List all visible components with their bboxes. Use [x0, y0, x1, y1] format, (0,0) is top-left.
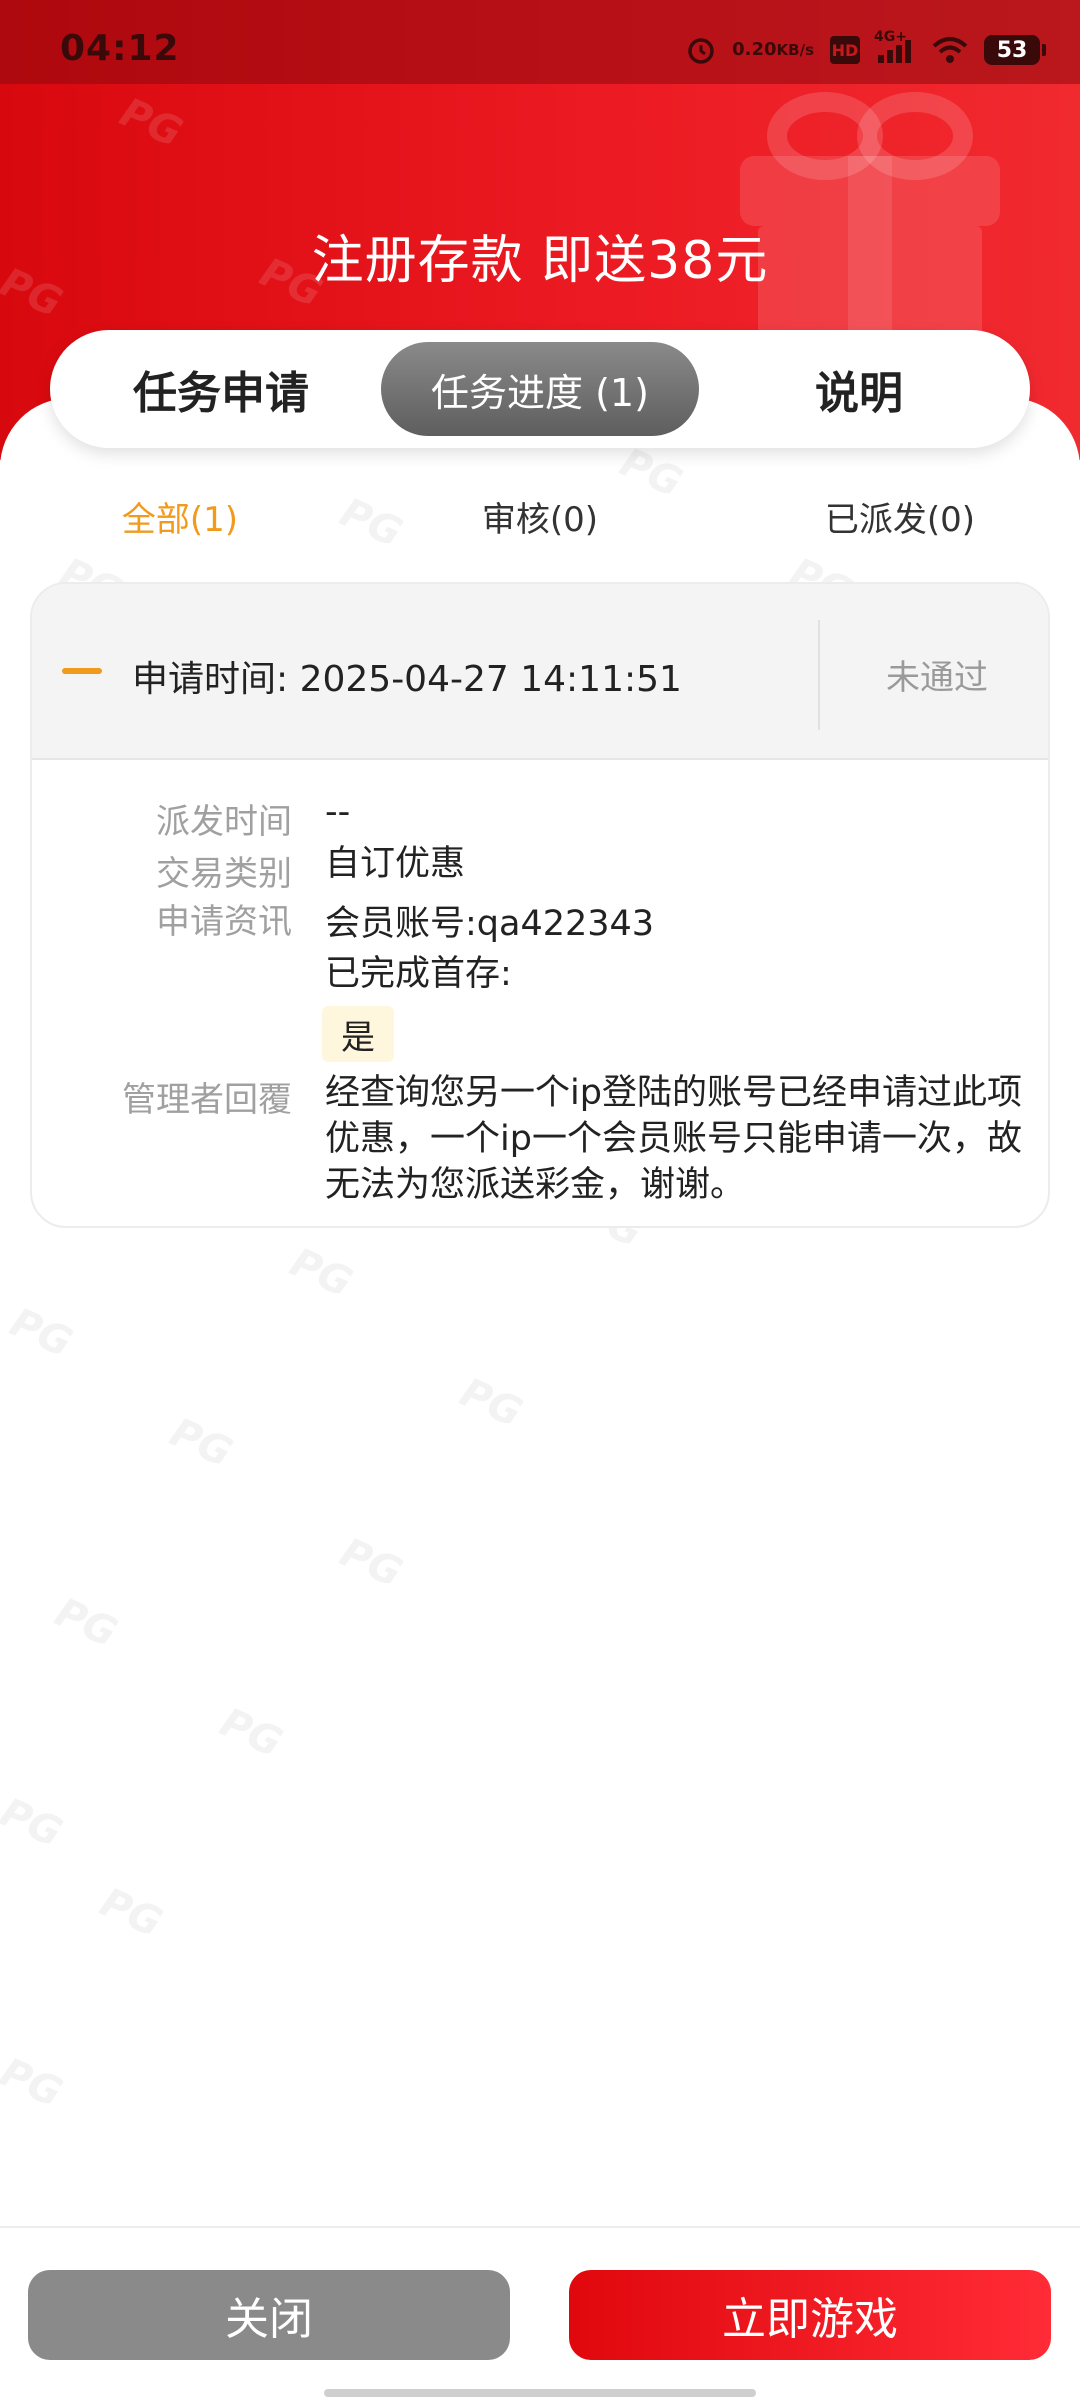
filter-dispatched[interactable]: 已派发(0) [750, 492, 1050, 541]
status-badge: 未通过 [886, 658, 988, 698]
network-type: 4G+ [874, 29, 907, 45]
dispatch-time-value: -- [325, 792, 351, 832]
tab-task-apply[interactable]: 任务申请 [62, 342, 380, 436]
signal-icon: 4G+ [874, 29, 916, 65]
main-tabbar: 任务申请 任务进度 (1) 说明 [50, 330, 1030, 448]
trade-type-label: 交易类别 [156, 854, 292, 894]
tab-task-progress[interactable]: 任务进度 (1) [381, 342, 699, 436]
status-bar: 04:12 0.20 KB/s HD 4G+ 53 [0, 0, 1080, 84]
status-icons: 0.20 KB/s HD 4G+ 53 [686, 29, 1046, 70]
wifi-icon [932, 35, 968, 65]
record-field-labels: 派发时间 交易类别 申请资讯 管理者回覆 [32, 584, 292, 1226]
hd-icon: HD [830, 36, 860, 64]
status-time: 04:12 [60, 28, 180, 69]
battery-icon: 53 [984, 35, 1046, 65]
filter-all[interactable]: 全部(1) [30, 492, 330, 541]
footer-divider [0, 2226, 1080, 2228]
alarm-icon [686, 35, 716, 65]
net-speed: 0.20 KB/s [732, 39, 814, 60]
page-title: 注册存款 即送38元 [311, 231, 769, 291]
first-deposit-label: 已完成首存: [325, 954, 512, 994]
apply-info-label: 申请资讯 [156, 902, 292, 942]
dispatch-time-label: 派发时间 [156, 802, 292, 842]
net-speed-value: 0.20 [732, 39, 777, 60]
watermark: PG [113, 89, 189, 157]
close-button[interactable]: 关闭 [28, 2270, 510, 2360]
status-filter-tabs: 全部(1) 审核(0) 已派发(0) [0, 492, 1080, 552]
filter-reviewing[interactable]: 审核(0) [390, 492, 690, 541]
admin-reply-label: 管理者回覆 [122, 1080, 292, 1120]
admin-reply-value: 经查询您另一个ip登陆的账号已经申请过此项优惠，一个ip一个会员账号只能申请一次… [325, 1073, 1022, 1205]
home-indicator[interactable] [324, 2389, 756, 2397]
application-record-card: 申请时间: 2025-04-27 14:11:51 未通过 派发时间 交易类别 … [30, 582, 1050, 1228]
member-account: 会员账号:qa422343 [325, 904, 655, 944]
first-deposit-value: 是 [322, 1006, 394, 1062]
net-speed-unit: KB/s [776, 41, 814, 59]
tab-instructions[interactable]: 说明 [700, 342, 1018, 436]
divider [818, 620, 820, 730]
trade-type-value: 自订优惠 [325, 844, 466, 884]
play-now-button[interactable]: 立即游戏 [569, 2270, 1051, 2360]
